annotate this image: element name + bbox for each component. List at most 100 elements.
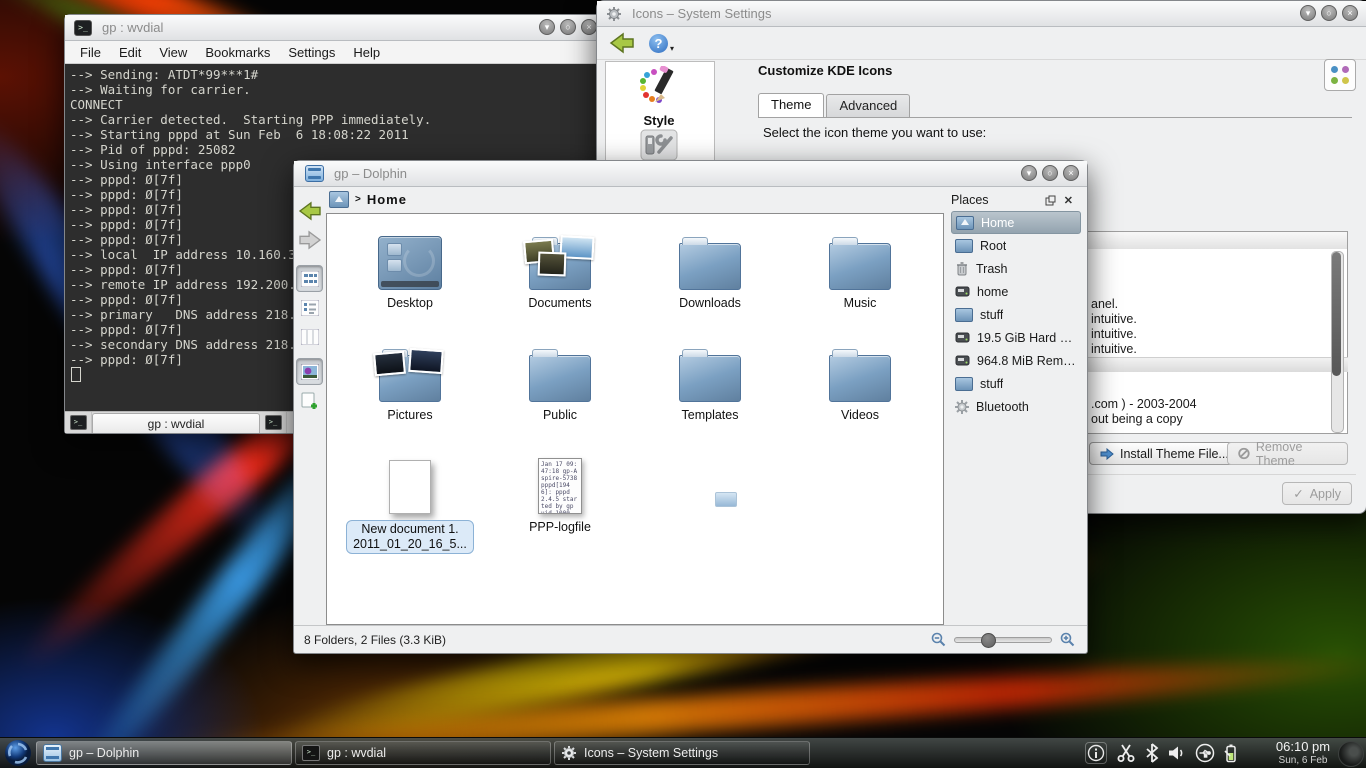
- menu-settings[interactable]: Settings: [279, 45, 344, 60]
- usb-device-icon[interactable]: [1195, 743, 1215, 763]
- dolphin-titlebar[interactable]: gp – Dolphin ▾ ○ ×: [294, 161, 1087, 187]
- folder-icon: [955, 308, 973, 322]
- home-folder-icon[interactable]: [329, 191, 349, 208]
- maximize-button[interactable]: ○: [1321, 5, 1337, 21]
- folder-item-documents[interactable]: Documents: [485, 220, 635, 332]
- logfile-preview-text: Jan 17 09:47:18 gp-Aspire-5738 pppd[1946…: [541, 461, 579, 514]
- volume-icon[interactable]: [1168, 745, 1186, 761]
- hard-drive-icon: [955, 285, 970, 298]
- task-wvdial[interactable]: >_ gp : wvdial: [295, 741, 551, 765]
- icons-view-button[interactable]: [296, 265, 323, 292]
- close-icon[interactable]: ✕: [1064, 194, 1073, 207]
- scrollbar[interactable]: [1331, 251, 1344, 433]
- back-button[interactable]: [296, 197, 323, 224]
- file-item-label-selected: New document 1. 2011_01_20_16_5...: [346, 520, 474, 554]
- close-button[interactable]: ×: [1342, 5, 1358, 21]
- minimize-button[interactable]: ▾: [1021, 165, 1037, 181]
- folder-item-pictures[interactable]: Pictures: [335, 332, 485, 444]
- folder-item-templates[interactable]: Templates: [635, 332, 785, 444]
- file-item-label: PPP-logfile: [529, 520, 591, 535]
- icons-module-icon: [1324, 59, 1356, 91]
- folder-item-public[interactable]: Public: [485, 332, 635, 444]
- plasma-cashew-icon[interactable]: [1338, 741, 1364, 767]
- folder-item-label: Documents: [528, 296, 591, 311]
- close-button[interactable]: ×: [1063, 165, 1079, 181]
- detach-icon[interactable]: [1045, 195, 1056, 206]
- sidebar-item-style[interactable]: Style: [606, 66, 712, 128]
- menu-view[interactable]: View: [150, 45, 196, 60]
- zoom-out-icon[interactable]: [931, 632, 946, 647]
- columns-view-icon: [301, 329, 319, 345]
- maximize-button[interactable]: ○: [1042, 165, 1058, 181]
- breadcrumb-home[interactable]: Home: [367, 192, 407, 207]
- details-view-button[interactable]: [296, 294, 323, 321]
- trash-icon: [955, 261, 969, 276]
- file-item-new-document[interactable]: New document 1. 2011_01_20_16_5...: [335, 444, 485, 556]
- kde-menu-icon[interactable]: [4, 739, 32, 767]
- task-dolphin[interactable]: gp – Dolphin: [36, 741, 292, 765]
- folder-view[interactable]: Desktop Documents Downloads Music Pictur…: [326, 213, 944, 625]
- menu-help[interactable]: Help: [344, 45, 389, 60]
- back-arrow-icon[interactable]: [609, 32, 635, 54]
- zoom-slider[interactable]: [954, 637, 1052, 643]
- settings-titlebar[interactable]: Icons – System Settings ▾ ○ ×: [597, 1, 1366, 27]
- zoom-in-icon[interactable]: [1060, 632, 1075, 647]
- desktop-folder-icon: [378, 236, 442, 290]
- place-stuff-2[interactable]: stuff: [951, 372, 1081, 395]
- folder-item-label: Pictures: [387, 408, 432, 423]
- file-item-ppp-logfile[interactable]: Jan 17 09:47:18 gp-Aspire-5738 pppd[1946…: [485, 444, 635, 556]
- info-tray-item[interactable]: [1085, 742, 1107, 764]
- menu-bookmarks[interactable]: Bookmarks: [196, 45, 279, 60]
- folder-item-label: Desktop: [387, 296, 433, 311]
- places-header[interactable]: Places ✕: [951, 189, 1081, 211]
- folder-icon: [679, 355, 741, 402]
- zoom-slider-handle[interactable]: [981, 633, 996, 648]
- terminal-icon: >_: [302, 745, 320, 761]
- maximize-button[interactable]: ○: [560, 19, 576, 35]
- hardware-tools-icon[interactable]: [639, 128, 679, 162]
- place-stuff-1[interactable]: stuff: [951, 303, 1081, 326]
- place-home[interactable]: Home: [951, 211, 1081, 234]
- place-label: home: [977, 285, 1008, 299]
- folder-item-videos[interactable]: Videos: [785, 332, 935, 444]
- terminal-tab[interactable]: gp : wvdial: [92, 413, 260, 433]
- scrollbar-thumb[interactable]: [1332, 252, 1341, 376]
- forward-button[interactable]: [296, 226, 323, 253]
- minimize-button[interactable]: ▾: [1300, 5, 1316, 21]
- place-label: Root: [980, 239, 1006, 253]
- place-home-drive[interactable]: home: [951, 280, 1081, 303]
- close-button[interactable]: ×: [581, 19, 597, 35]
- install-theme-button[interactable]: Install Theme File...: [1089, 442, 1240, 465]
- remove-theme-button[interactable]: Remove Theme: [1227, 442, 1348, 465]
- tab-advanced[interactable]: Advanced: [826, 94, 910, 117]
- menu-file[interactable]: File: [71, 45, 110, 60]
- task-system-settings[interactable]: Icons – System Settings: [554, 741, 810, 765]
- menu-edit[interactable]: Edit: [110, 45, 150, 60]
- klipper-scissors-icon[interactable]: [1116, 743, 1136, 763]
- new-tab-button[interactable]: >_: [65, 412, 92, 433]
- place-hard-drive[interactable]: 19.5 GiB Hard Drive: [951, 326, 1081, 349]
- split-view-button[interactable]: [296, 387, 323, 414]
- settings-tabs: Theme Advanced: [758, 94, 910, 117]
- folder-item-desktop[interactable]: Desktop: [335, 220, 485, 332]
- preview-button[interactable]: [296, 358, 323, 385]
- place-label: 19.5 GiB Hard Drive: [977, 331, 1081, 345]
- place-root[interactable]: Root: [951, 234, 1081, 257]
- bluetooth-icon[interactable]: [1145, 743, 1159, 763]
- folder-item-label: Public: [543, 408, 577, 423]
- apply-button[interactable]: ✓ Apply: [1282, 482, 1352, 505]
- folder-item-music[interactable]: Music: [785, 220, 935, 332]
- columns-view-button[interactable]: [296, 323, 323, 350]
- place-trash[interactable]: Trash: [951, 257, 1081, 280]
- battery-icon[interactable]: [1224, 743, 1238, 763]
- place-bluetooth[interactable]: Bluetooth: [951, 395, 1081, 418]
- minimize-button[interactable]: ▾: [539, 19, 555, 35]
- place-removable-drive[interactable]: 964.8 MiB Remov...: [951, 349, 1081, 372]
- folder-item-downloads[interactable]: Downloads: [635, 220, 785, 332]
- folder-item-label: Music: [844, 296, 877, 311]
- terminal-titlebar[interactable]: >_ gp : wvdial ▾ ○ ×: [65, 15, 605, 41]
- help-button[interactable]: ? ▾: [649, 34, 674, 53]
- detach-tab-button[interactable]: >_: [260, 412, 287, 433]
- tab-theme[interactable]: Theme: [758, 93, 824, 117]
- clock[interactable]: 06:10 pm Sun, 6 Feb: [1272, 740, 1334, 766]
